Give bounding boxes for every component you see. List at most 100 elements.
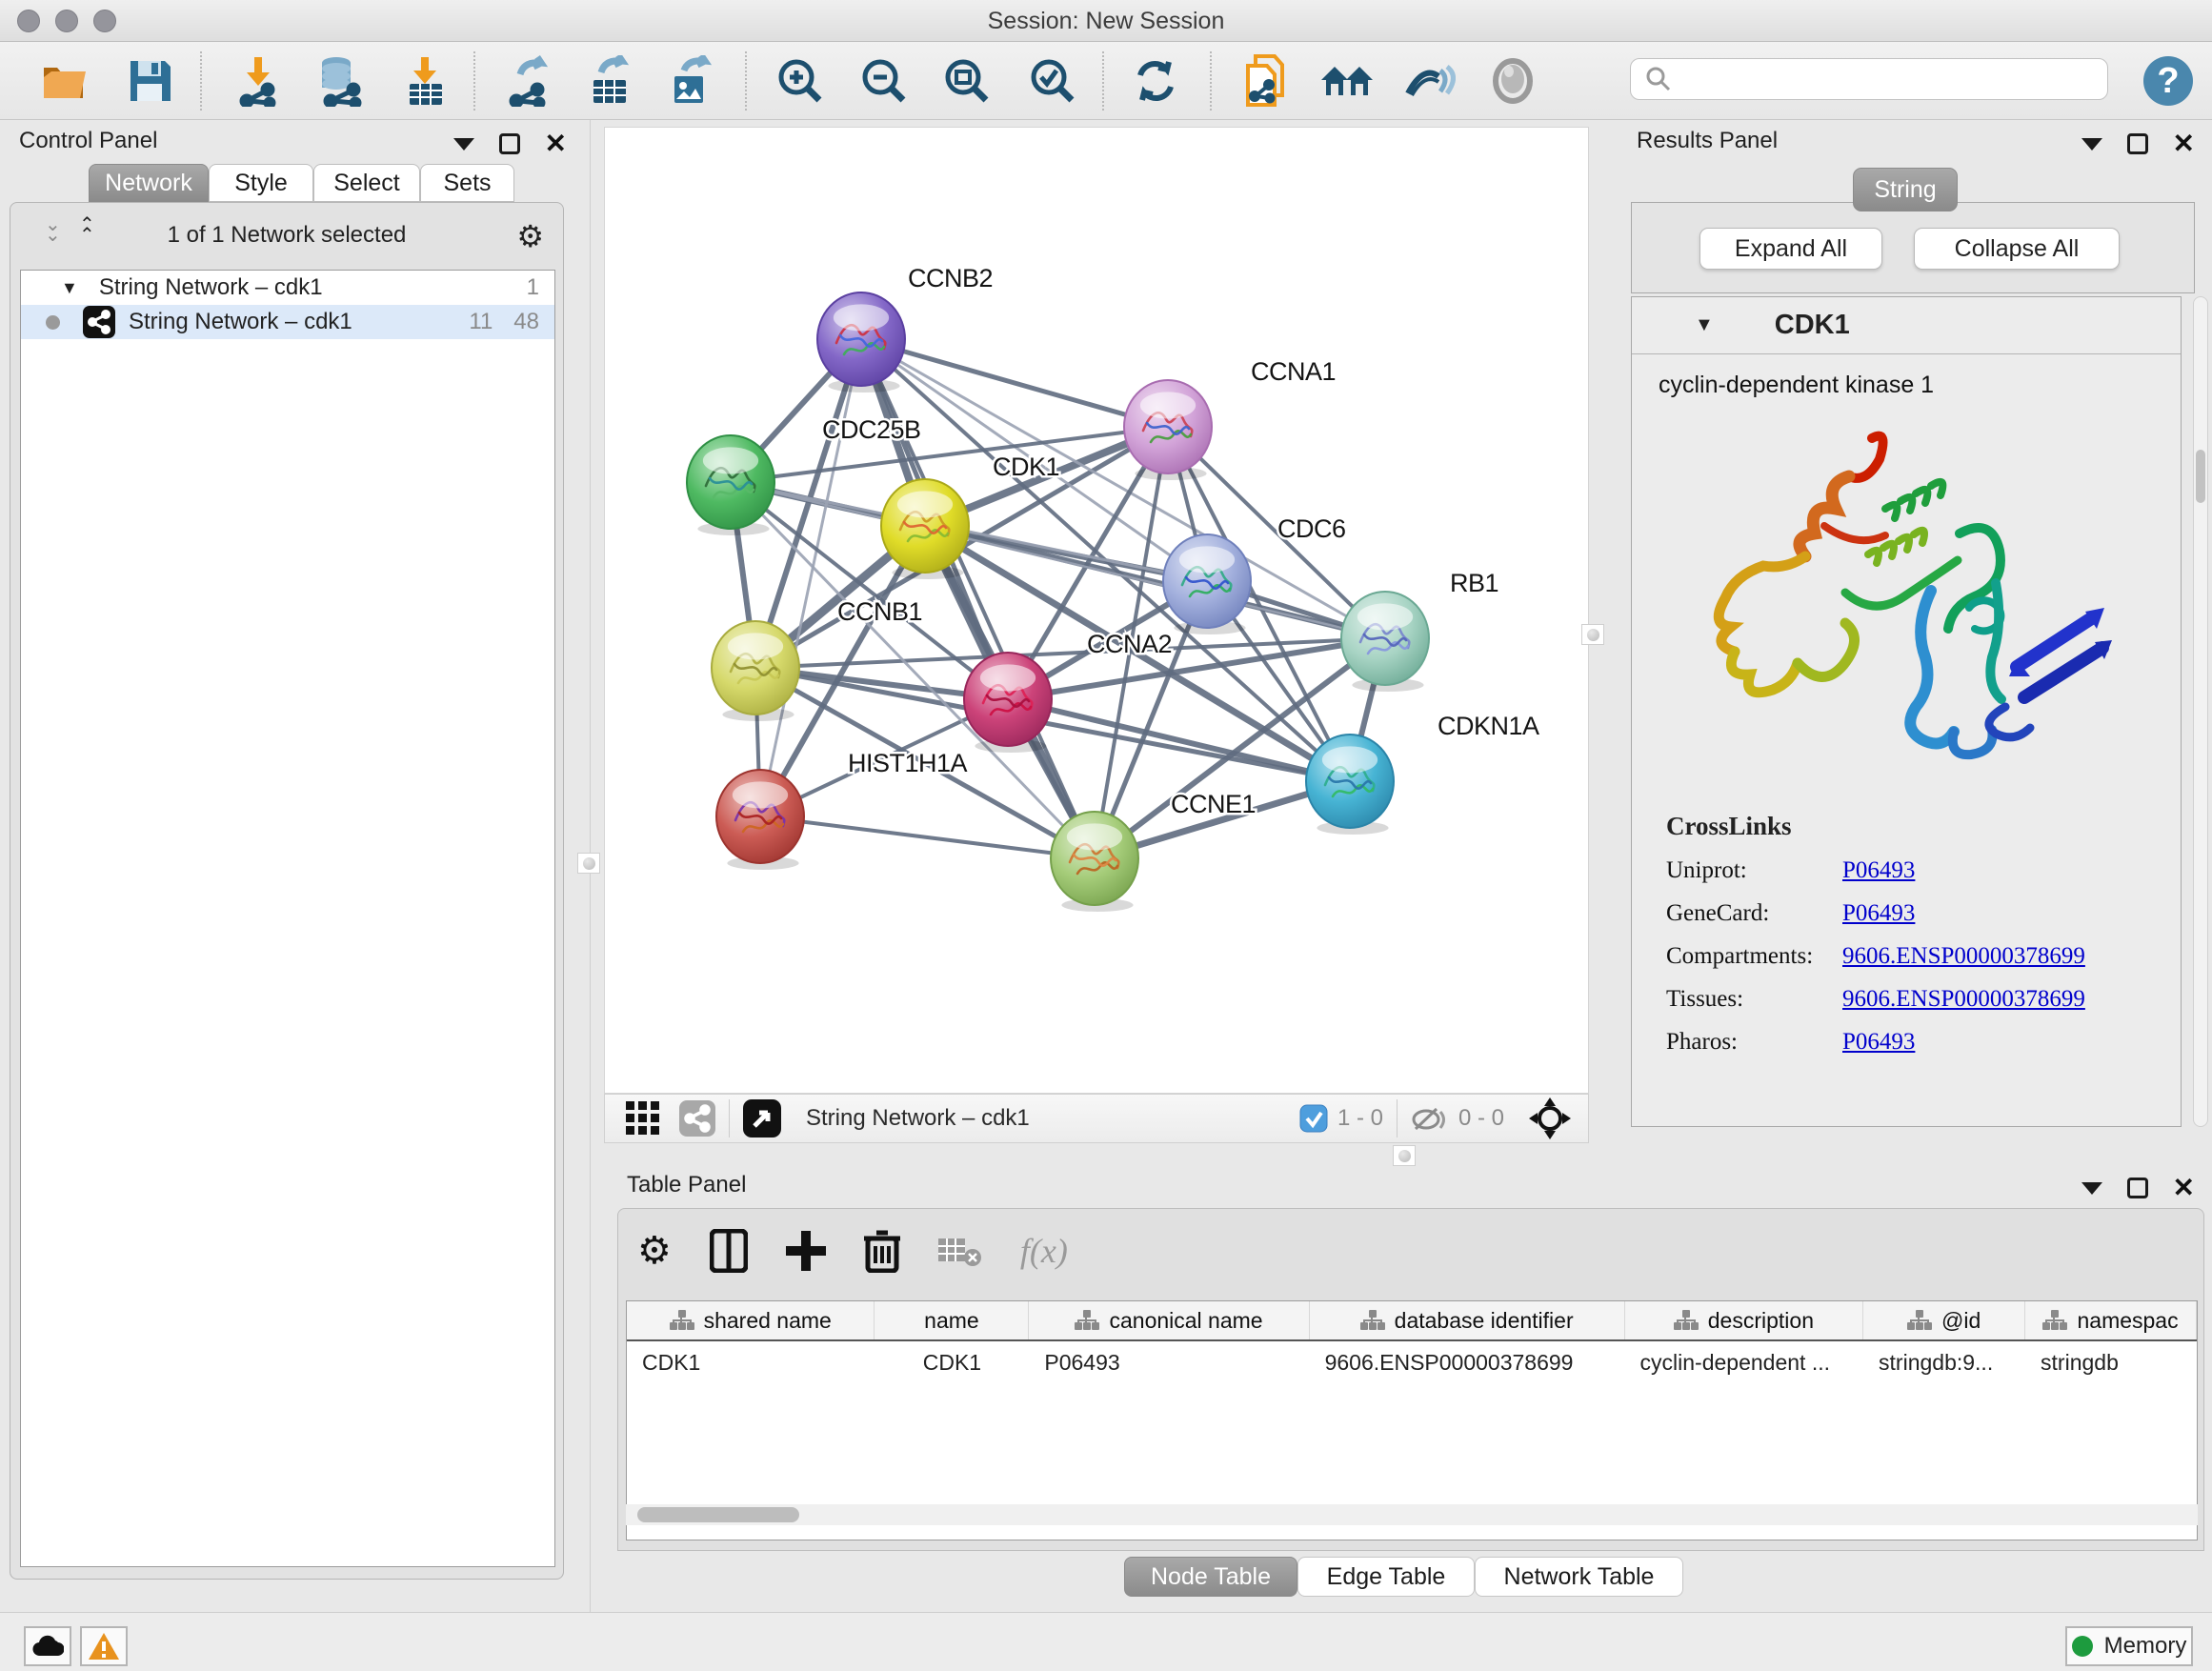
table-tabs: Node TableEdge TableNetwork Table bbox=[1124, 1557, 1683, 1597]
open-session-icon[interactable] bbox=[38, 54, 91, 108]
crosslink-link[interactable]: 9606.ENSP00000378699 bbox=[1842, 943, 2085, 970]
zoom-fit-icon[interactable] bbox=[940, 54, 994, 108]
network-node-cdkn1a[interactable]: CDKN1A bbox=[1306, 712, 1539, 835]
zoom-selected-icon[interactable] bbox=[1026, 54, 1079, 108]
import-network-database-icon[interactable] bbox=[313, 54, 367, 108]
expand-all-button[interactable]: Expand All bbox=[1699, 228, 1882, 270]
network-row-selected[interactable]: String Network – cdk1 11 48 bbox=[21, 305, 554, 339]
show-columns-icon[interactable] bbox=[710, 1229, 748, 1273]
main-toolbar: ? bbox=[0, 42, 2212, 120]
network-node-ccnb2[interactable]: CCNB2 bbox=[817, 264, 993, 393]
table-row[interactable]: CDK1CDK1P064939606.ENSP00000378699cyclin… bbox=[627, 1341, 2197, 1383]
zoom-out-icon[interactable] bbox=[857, 54, 911, 108]
add-column-icon[interactable] bbox=[786, 1231, 826, 1271]
tab-edge-table[interactable]: Edge Table bbox=[1297, 1557, 1475, 1597]
edge-CCNE1-HIST1H1A[interactable] bbox=[760, 816, 1095, 858]
panel-menu-icon[interactable] bbox=[2081, 1182, 2102, 1195]
column-header--id[interactable]: @id bbox=[1863, 1301, 2025, 1339]
table-options-gear-icon[interactable]: ⚙ bbox=[637, 1229, 672, 1273]
network-collection-row[interactable]: ▼ String Network – cdk1 1 bbox=[21, 271, 554, 305]
tab-style[interactable]: Style bbox=[209, 164, 313, 202]
panel-close-icon[interactable]: ✕ bbox=[2173, 1178, 2195, 1198]
save-session-icon[interactable] bbox=[124, 54, 177, 108]
result-entry-header[interactable]: ▼ CDK1 bbox=[1632, 297, 2181, 354]
column-header-database-identifier[interactable]: database identifier bbox=[1310, 1301, 1625, 1339]
import-table-file-icon[interactable] bbox=[399, 54, 452, 108]
network-node-hist1h1a[interactable]: HIST1H1A bbox=[716, 749, 968, 870]
entry-collapse-icon[interactable]: ▼ bbox=[1695, 314, 1714, 336]
entry-description: cyclin-dependent kinase 1 bbox=[1659, 372, 1934, 399]
birds-eye-view-icon[interactable] bbox=[743, 1099, 781, 1137]
export-image-icon[interactable] bbox=[664, 54, 717, 108]
crosslink-link[interactable]: P06493 bbox=[1842, 1029, 1915, 1056]
control-panel: Control Panel ✕ NetworkStyleSelectSets ⌄… bbox=[0, 120, 591, 1612]
node-label-ccnb1: CCNB1 bbox=[837, 597, 922, 626]
search-bar[interactable] bbox=[1630, 58, 2108, 100]
edge-CCNB2-HIST1H1A[interactable] bbox=[760, 339, 861, 816]
crosslink-label: Uniprot: bbox=[1666, 857, 1842, 884]
column-header-namespac[interactable]: namespac bbox=[2025, 1301, 2197, 1339]
network-node-ccne1[interactable]: CCNE1 bbox=[1051, 790, 1256, 912]
warning-icon bbox=[88, 1632, 120, 1661]
cloud-icon bbox=[31, 1635, 64, 1658]
hidden-eye-slash-icon[interactable] bbox=[1411, 1104, 1449, 1133]
clone-network-icon[interactable] bbox=[1240, 54, 1294, 108]
help-icon[interactable]: ? bbox=[2142, 54, 2195, 108]
column-type-icon bbox=[670, 1309, 694, 1332]
export-table-icon[interactable] bbox=[583, 54, 636, 108]
network-node-rb1[interactable]: RB1 bbox=[1341, 569, 1498, 692]
panel-float-icon[interactable] bbox=[2127, 1178, 2148, 1198]
fit-content-crosshair-icon[interactable] bbox=[1529, 1097, 1571, 1139]
network-canvas[interactable]: CCNB2CCNA1CDC25BCDK1CDC6RB1CCNB1CCNA2CDK… bbox=[604, 127, 1589, 1094]
column-header-description[interactable]: description bbox=[1625, 1301, 1863, 1339]
crosslink-link[interactable]: 9606.ENSP00000378699 bbox=[1842, 986, 2085, 1013]
table-hscrollbar-thumb[interactable] bbox=[637, 1507, 799, 1522]
delete-column-icon[interactable] bbox=[864, 1229, 900, 1273]
panel-menu-icon[interactable] bbox=[2081, 138, 2102, 151]
render-mode-icon[interactable] bbox=[1486, 54, 1539, 108]
homes-icon[interactable] bbox=[1319, 54, 1373, 108]
collapse-all-button[interactable]: Collapse All bbox=[1914, 228, 2120, 270]
crosslink-link[interactable]: P06493 bbox=[1842, 900, 1915, 927]
function-builder-icon[interactable]: f(x) bbox=[1020, 1231, 1068, 1271]
crosslink-link[interactable]: P06493 bbox=[1842, 857, 1915, 884]
grid-view-icon[interactable] bbox=[626, 1101, 660, 1136]
network-icon-gray[interactable] bbox=[679, 1100, 715, 1137]
column-header-name[interactable]: name bbox=[875, 1301, 1029, 1339]
tab-string[interactable]: String bbox=[1853, 168, 1958, 211]
tab-network[interactable]: Network bbox=[89, 164, 209, 202]
tab-node-table[interactable]: Node Table bbox=[1124, 1557, 1297, 1597]
network-options-gear-icon[interactable]: ⚙ bbox=[516, 218, 544, 254]
warning-button[interactable] bbox=[80, 1626, 128, 1666]
table-hscrollbar[interactable] bbox=[626, 1504, 2198, 1525]
panel-float-icon[interactable] bbox=[2127, 133, 2148, 154]
panel-close-icon[interactable]: ✕ bbox=[2173, 133, 2195, 154]
column-header-canonical-name[interactable]: canonical name bbox=[1029, 1301, 1309, 1339]
import-network-file-icon[interactable] bbox=[232, 54, 286, 108]
panel-close-icon[interactable]: ✕ bbox=[545, 133, 567, 154]
delete-table-icon[interactable] bbox=[938, 1235, 982, 1267]
tab-network-table[interactable]: Network Table bbox=[1475, 1557, 1683, 1597]
panel-float-icon[interactable] bbox=[499, 133, 520, 154]
results-scrollbar-thumb[interactable] bbox=[2196, 450, 2205, 503]
apply-layout-icon[interactable] bbox=[1129, 54, 1182, 108]
network-node-ccna1[interactable]: CCNA1 bbox=[1124, 357, 1336, 480]
memory-button[interactable]: Memory bbox=[2065, 1626, 2193, 1666]
export-network-icon[interactable] bbox=[502, 54, 555, 108]
collection-expand-icon[interactable]: ▼ bbox=[61, 278, 78, 298]
results-scrollbar[interactable] bbox=[2193, 296, 2208, 1127]
tab-sets[interactable]: Sets bbox=[420, 164, 514, 202]
hide-graphics-details-icon[interactable] bbox=[1402, 54, 1456, 108]
selected-checkbox-icon[interactable] bbox=[1299, 1104, 1328, 1133]
left-splitter-handle[interactable] bbox=[577, 853, 600, 874]
cloud-button[interactable] bbox=[24, 1626, 71, 1666]
search-input[interactable] bbox=[1680, 61, 2107, 97]
column-type-icon bbox=[1075, 1309, 1099, 1332]
column-header-shared-name[interactable]: shared name bbox=[627, 1301, 875, 1339]
panel-menu-icon[interactable] bbox=[453, 138, 474, 151]
tab-select[interactable]: Select bbox=[313, 164, 420, 202]
crosslink-row: GeneCard:P06493 bbox=[1666, 900, 2162, 927]
bottom-splitter-handle[interactable] bbox=[1393, 1145, 1416, 1166]
right-splitter-handle[interactable] bbox=[1581, 624, 1604, 645]
zoom-in-icon[interactable] bbox=[774, 54, 827, 108]
